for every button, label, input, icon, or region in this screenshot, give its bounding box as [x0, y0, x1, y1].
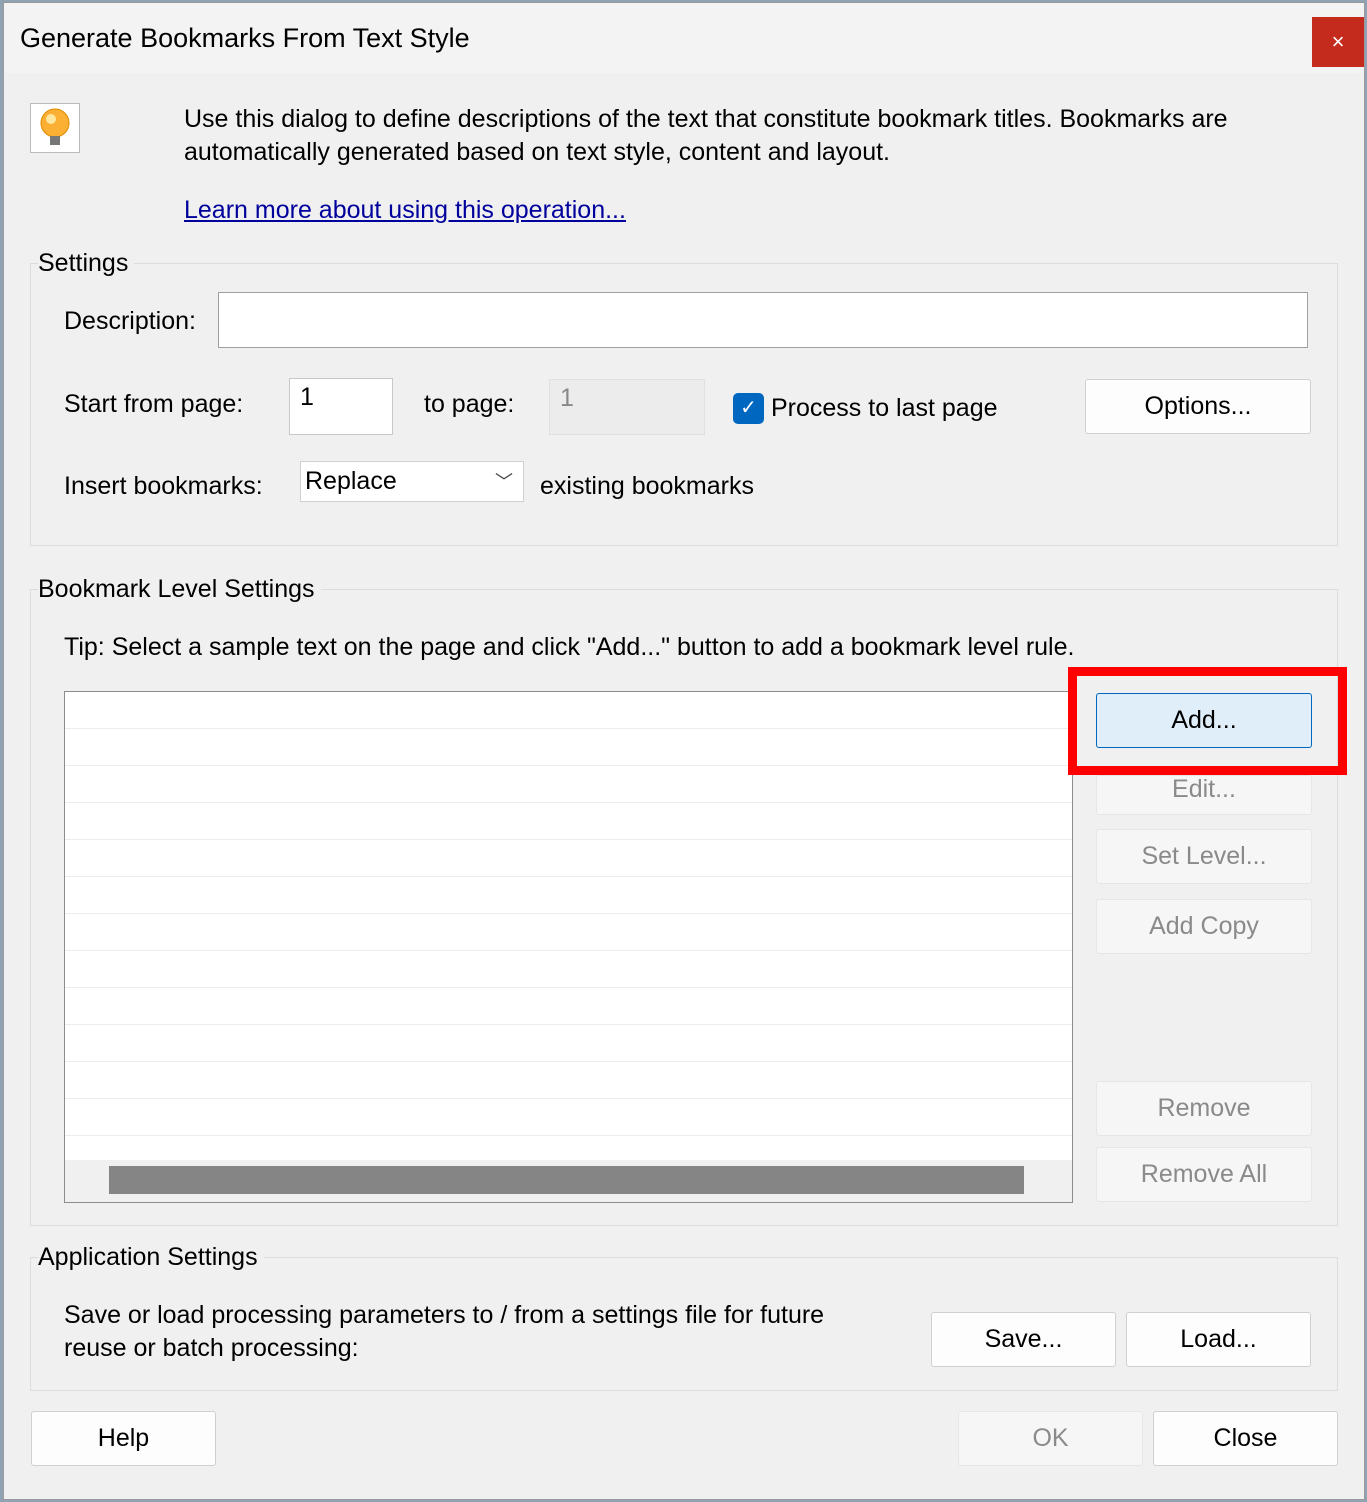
process-last-label[interactable]: Process to last page — [771, 394, 998, 423]
description-input[interactable] — [218, 292, 1308, 348]
bookmark-levels-heading: Bookmark Level Settings — [38, 575, 321, 604]
set-level-button[interactable]: Set Level... — [1096, 829, 1312, 884]
help-button[interactable]: Help — [31, 1411, 216, 1466]
application-settings-heading: Application Settings — [38, 1243, 264, 1272]
application-settings-text-1: Save or load processing parameters to / … — [64, 1301, 825, 1329]
add-copy-button[interactable]: Add Copy — [1096, 899, 1312, 954]
scrollbar-thumb[interactable] — [109, 1166, 1024, 1194]
window-title: Generate Bookmarks From Text Style — [20, 23, 470, 53]
horizontal-scrollbar[interactable] — [65, 1160, 1072, 1202]
application-settings-text-2: reuse or batch processing: — [64, 1334, 359, 1362]
tip-text: Tip: Select a sample text on the page an… — [64, 633, 1075, 661]
lightbulb-icon — [30, 103, 80, 153]
description-label: Description: — [64, 307, 196, 335]
remove-button[interactable]: Remove — [1096, 1081, 1312, 1136]
start-page-label: Start from page: — [64, 390, 244, 418]
close-button[interactable]: Close — [1153, 1411, 1338, 1466]
process-last-checkbox[interactable]: ✓ — [733, 393, 764, 424]
to-page-input[interactable]: 1 — [549, 379, 705, 435]
to-page-label: to page: — [424, 390, 515, 418]
options-button[interactable]: Options... — [1085, 379, 1311, 434]
insert-bookmarks-value: Replace — [305, 467, 397, 495]
remove-all-button[interactable]: Remove All — [1096, 1147, 1312, 1202]
learn-more-link[interactable]: Learn more about using this operation... — [184, 196, 626, 225]
edit-button[interactable]: Edit... — [1096, 775, 1312, 815]
settings-heading: Settings — [38, 249, 135, 278]
insert-bookmarks-select[interactable]: Replace ﹀ — [300, 461, 524, 502]
intro-text-1: Use this dialog to define descriptions o… — [184, 105, 1228, 133]
add-button[interactable]: Add... — [1096, 693, 1312, 748]
insert-bookmarks-label: Insert bookmarks: — [64, 472, 263, 500]
close-icon[interactable]: × — [1312, 17, 1364, 67]
insert-bookmarks-suffix: existing bookmarks — [540, 472, 754, 500]
chevron-down-icon: ﹀ — [495, 472, 513, 492]
dialog: Generate Bookmarks From Text Style × Use… — [3, 2, 1365, 1500]
bookmark-rules-list[interactable] — [64, 691, 1073, 1203]
load-button[interactable]: Load... — [1126, 1312, 1311, 1367]
ok-button[interactable]: OK — [958, 1411, 1143, 1466]
intro-text-2: automatically generated based on text st… — [184, 138, 891, 166]
save-button[interactable]: Save... — [931, 1312, 1116, 1367]
start-page-input[interactable]: 1 — [289, 378, 393, 435]
title-bar: Generate Bookmarks From Text Style × — [4, 3, 1364, 73]
